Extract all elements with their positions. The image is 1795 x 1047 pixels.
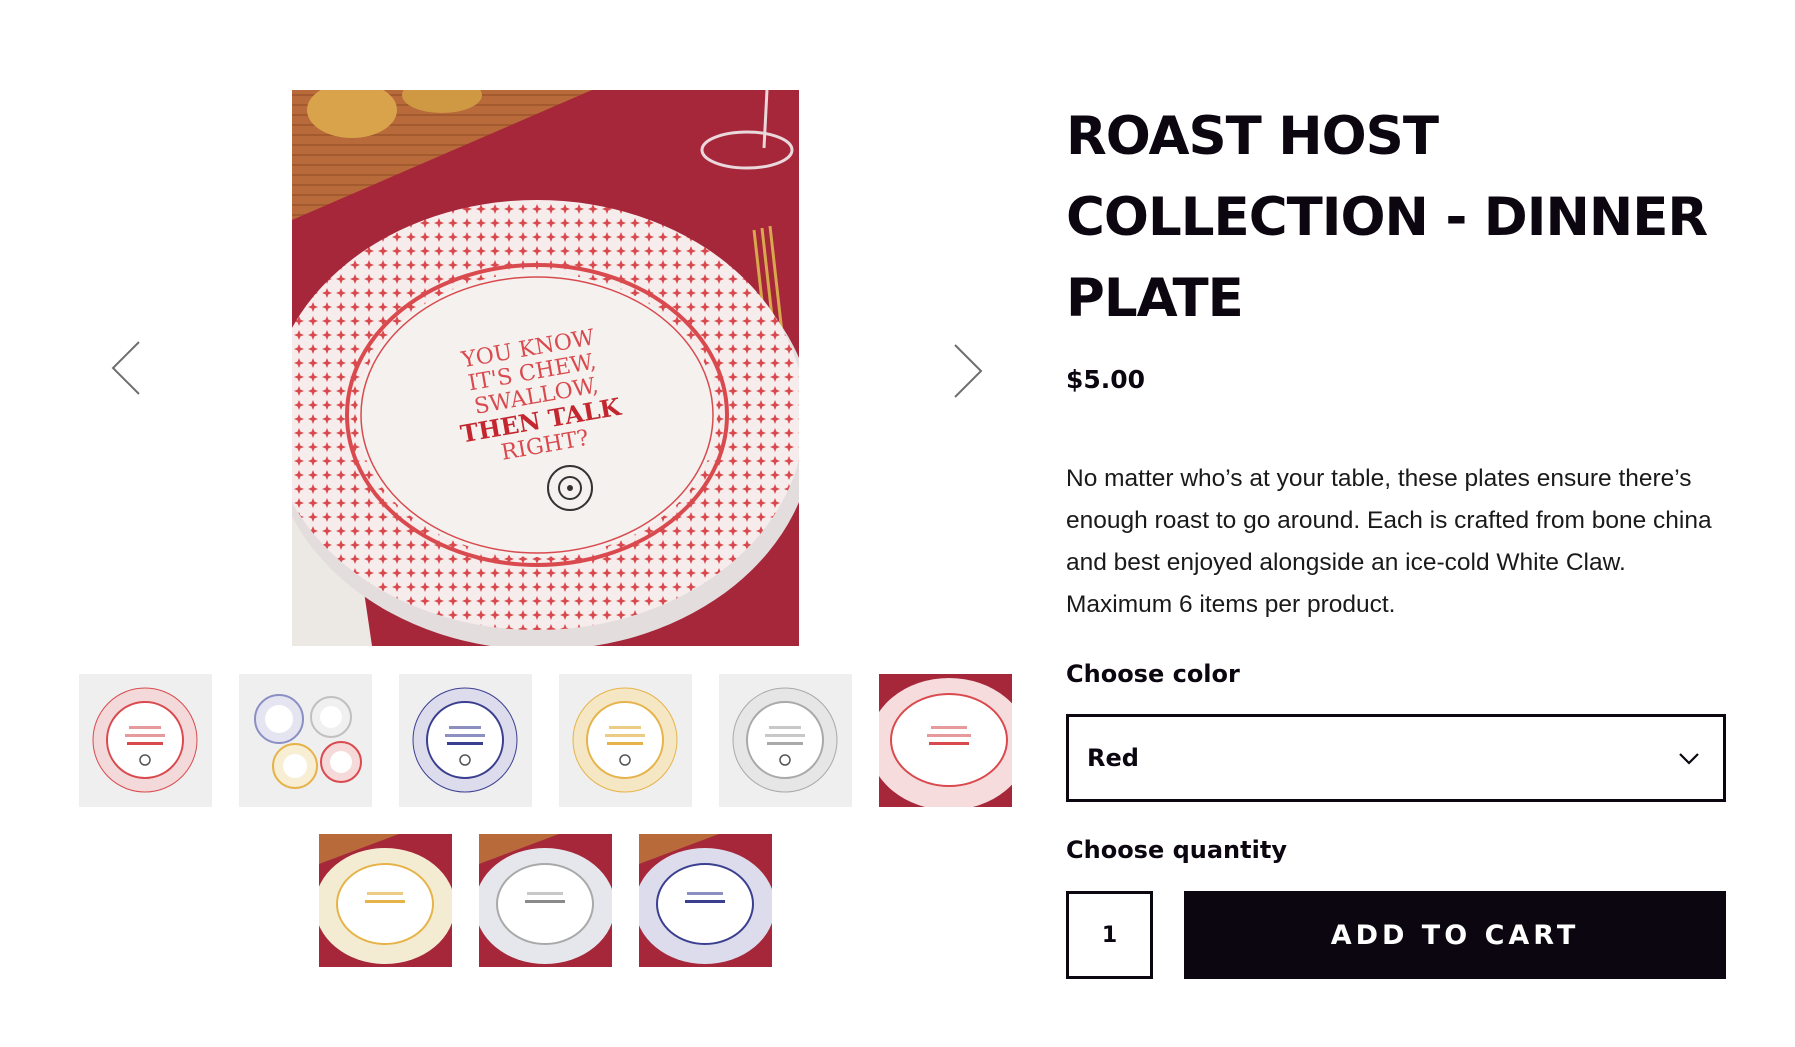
thumbnail-yellow-plate-table[interactable] — [319, 834, 452, 967]
thumbnail-yellow-plate[interactable] — [559, 674, 692, 807]
color-label: Choose color — [1066, 660, 1240, 688]
chevron-left-icon — [111, 341, 140, 395]
thumbnail-gray-plate-table[interactable] — [479, 834, 612, 967]
quantity-label: Choose quantity — [1066, 836, 1287, 864]
thumbnail-plate-set[interactable] — [239, 674, 372, 807]
thumbnail-row-1 — [79, 674, 1012, 807]
chevron-down-icon — [1679, 753, 1699, 765]
quantity-input[interactable] — [1066, 891, 1153, 979]
thumbnail-red-plate-closeup[interactable] — [879, 674, 1012, 807]
product-title: ROAST HOST COLLECTION - DINNER PLATE — [1066, 96, 1726, 339]
color-select-value: Red — [1087, 744, 1139, 772]
thumbnail-blue-plate[interactable] — [399, 674, 532, 807]
thumbnail-red-plate[interactable] — [79, 674, 212, 807]
thumbnail-gray-plate-table-image — [479, 834, 612, 967]
chevron-right-icon — [954, 344, 983, 398]
thumbnail-blue-plate-image — [399, 674, 532, 807]
thumbnail-row-2 — [319, 834, 772, 967]
product-description: No matter who’s at your table, these pla… — [1066, 465, 1712, 618]
gallery-prev-button[interactable] — [96, 328, 156, 408]
thumbnail-red-plate-image — [79, 674, 212, 807]
thumbnail-plate-set-image — [239, 674, 372, 807]
thumbnail-red-plate-closeup-image — [879, 674, 1012, 807]
gallery-next-button[interactable] — [938, 331, 998, 411]
product-title-line-1: ROAST HOST — [1066, 106, 1439, 167]
product-title-line-3: PLATE — [1066, 268, 1244, 329]
thumbnail-blue-plate-table-image — [639, 834, 772, 967]
main-plate-illustration: YOU KNOW IT'S CHEW, SWALLOW, THEN TALK R… — [292, 90, 799, 646]
product-title-line-2: COLLECTION - DINNER — [1066, 187, 1708, 248]
add-to-cart-button[interactable]: ADD TO CART — [1184, 891, 1726, 979]
thumbnail-yellow-plate-image — [559, 674, 692, 807]
main-product-image[interactable]: YOU KNOW IT'S CHEW, SWALLOW, THEN TALK R… — [292, 90, 799, 646]
product-price: $5.00 — [1066, 365, 1146, 394]
thumbnail-gray-plate-image — [719, 674, 852, 807]
color-select[interactable]: Red — [1066, 714, 1726, 802]
thumbnail-yellow-plate-table-image — [319, 834, 452, 967]
thumbnail-gray-plate[interactable] — [719, 674, 852, 807]
thumbnail-blue-plate-table[interactable] — [639, 834, 772, 967]
